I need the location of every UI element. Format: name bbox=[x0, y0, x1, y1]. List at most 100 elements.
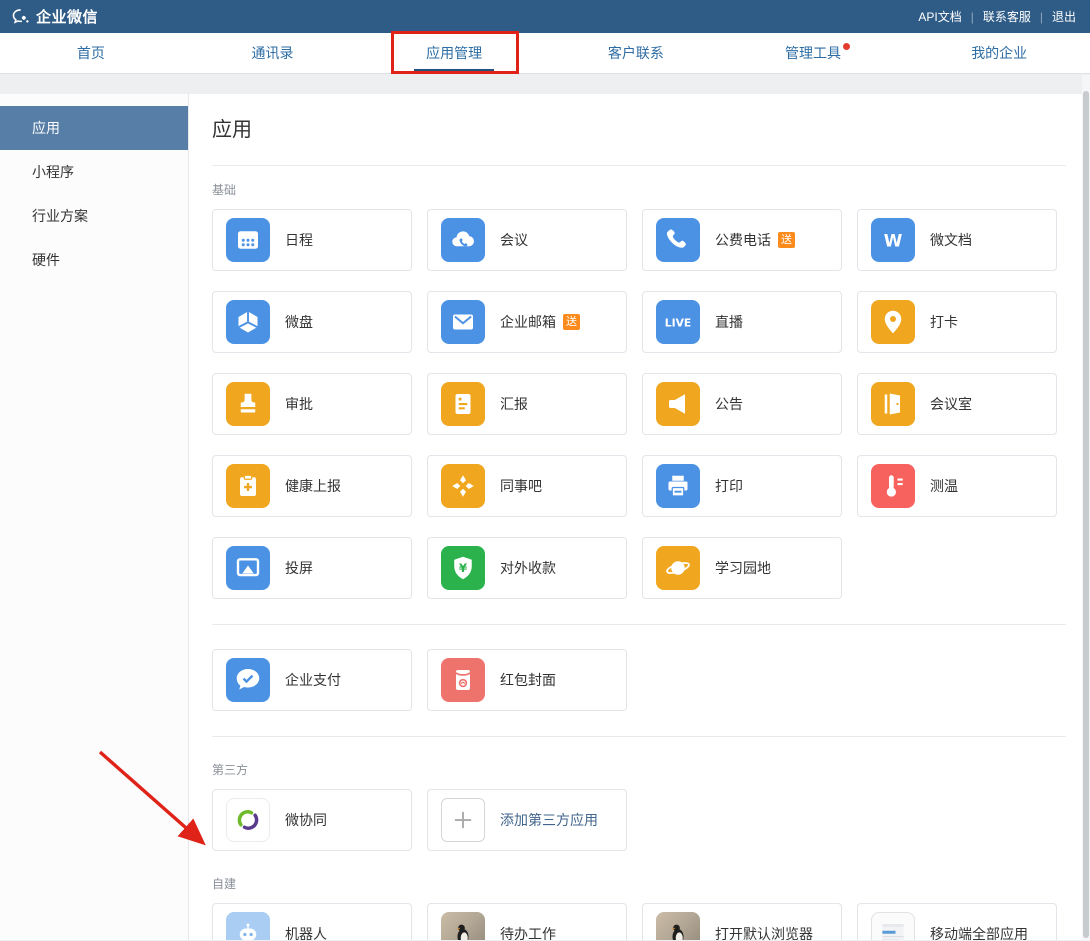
tab-customer-contact[interactable]: 客户联系 bbox=[545, 33, 727, 73]
section-label: 基础 bbox=[212, 181, 1066, 198]
sidebar-item-hardware[interactable]: 硬件 bbox=[0, 238, 188, 282]
app-label: 直播 bbox=[715, 312, 743, 332]
app-grid: 日程 会议公费电话送W微文档微盘 企业邮箱送 LIVE 直播 打卡审批 汇报 公告 会议室健康上… bbox=[212, 209, 1066, 599]
app-label: 移动端全部应用 bbox=[930, 924, 1028, 940]
sidebar-item-industry-solutions[interactable]: 行业方案 bbox=[0, 194, 188, 238]
gift-badge: 送 bbox=[563, 314, 580, 330]
colleagues-icon bbox=[441, 464, 485, 508]
app-label: 打印 bbox=[715, 476, 743, 496]
app-card[interactable]: 会议室 bbox=[857, 373, 1057, 435]
app-label: 日程 bbox=[285, 230, 313, 250]
drive-icon bbox=[226, 300, 270, 344]
report-icon bbox=[441, 382, 485, 426]
door-icon bbox=[871, 382, 915, 426]
app-card[interactable]: LIVE 直播 bbox=[642, 291, 842, 353]
app-label: 会议室 bbox=[930, 394, 972, 414]
app-label: 对外收款 bbox=[500, 558, 556, 578]
tab-label: 管理工具 bbox=[785, 43, 841, 63]
sidebar-item-apps[interactable]: 应用 bbox=[0, 106, 188, 150]
sidebar: 应用小程序行业方案硬件 bbox=[0, 94, 189, 940]
tab-contacts[interactable]: 通讯录 bbox=[182, 33, 364, 73]
app-card[interactable]: 投屏 bbox=[212, 537, 412, 599]
app-card[interactable]: 审批 bbox=[212, 373, 412, 435]
app-grid: 微协同 添加第三方应用 bbox=[212, 789, 1066, 851]
app-card[interactable]: 同事吧 bbox=[427, 455, 627, 517]
app-card[interactable]: 打卡 bbox=[857, 291, 1057, 353]
app-card[interactable]: 汇报 bbox=[427, 373, 627, 435]
app-card[interactable]: 会议 bbox=[427, 209, 627, 271]
app-label: 审批 bbox=[285, 394, 313, 414]
app-card[interactable]: 微协同 bbox=[212, 789, 412, 851]
svg-text:LIVE: LIVE bbox=[665, 316, 692, 329]
scrollbar-thumb[interactable] bbox=[1083, 91, 1089, 938]
group-divider bbox=[212, 624, 1066, 625]
app-card[interactable]: ¥对外收款 bbox=[427, 537, 627, 599]
app-card[interactable]: 公告 bbox=[642, 373, 842, 435]
app-card[interactable]: 待办工作 bbox=[427, 903, 627, 940]
app-label: 企业支付 bbox=[285, 670, 341, 690]
printer-icon bbox=[656, 464, 700, 508]
topbar-links: API文档|联系客服|退出 bbox=[916, 8, 1078, 25]
app-card[interactable]: 红包封面 bbox=[427, 649, 627, 711]
app-card[interactable]: 打印 bbox=[642, 455, 842, 517]
megaphone-icon bbox=[656, 382, 700, 426]
app-grid: 机器人待办工作 打开默认浏览器移动端全部应用 bbox=[212, 903, 1066, 940]
api-docs-link[interactable]: API文档 bbox=[916, 8, 963, 25]
app-label: 微盘 bbox=[285, 312, 313, 332]
live-icon: LIVE bbox=[656, 300, 700, 344]
section-divider bbox=[212, 736, 1066, 737]
app-card[interactable]: 公费电话送 bbox=[642, 209, 842, 271]
app-label: 企业邮箱 bbox=[500, 312, 556, 332]
app-label: 投屏 bbox=[285, 558, 313, 578]
app-label: 红包封面 bbox=[500, 670, 556, 690]
app-card[interactable]: 企业支付 bbox=[212, 649, 412, 711]
app-label: 健康上报 bbox=[285, 476, 341, 496]
planet-icon bbox=[656, 546, 700, 590]
app-card[interactable]: 日程 bbox=[212, 209, 412, 271]
sidebar-item-mini-programs[interactable]: 小程序 bbox=[0, 150, 188, 194]
app-card[interactable]: 学习园地 bbox=[642, 537, 842, 599]
tab-admin-tools[interactable]: 管理工具 bbox=[727, 33, 909, 73]
tab-app-management[interactable]: 应用管理 bbox=[363, 33, 545, 73]
robot-icon bbox=[226, 912, 270, 940]
section-label: 第三方 bbox=[212, 761, 1066, 778]
thermometer-icon bbox=[871, 464, 915, 508]
mobile-apps-screenshot-icon bbox=[871, 912, 915, 940]
app-card[interactable]: 机器人 bbox=[212, 903, 412, 940]
tab-label: 首页 bbox=[77, 43, 105, 63]
logout-link[interactable]: 退出 bbox=[1050, 8, 1078, 25]
app-label: 待办工作 bbox=[500, 924, 556, 940]
app-card[interactable]: 打开默认浏览器 bbox=[642, 903, 842, 940]
wechat-work-logo-icon bbox=[10, 6, 32, 28]
app-card[interactable]: 企业邮箱送 bbox=[427, 291, 627, 353]
brand-name: 企业微信 bbox=[36, 6, 98, 27]
vertical-scrollbar[interactable] bbox=[1082, 75, 1090, 941]
app-label: 微文档 bbox=[930, 230, 972, 250]
app-label: 汇报 bbox=[500, 394, 528, 414]
separator: | bbox=[1040, 10, 1043, 24]
tab-my-company[interactable]: 我的企业 bbox=[908, 33, 1090, 73]
meeting-cloud-icon bbox=[441, 218, 485, 262]
weixietong-swirl-icon bbox=[226, 798, 270, 842]
app-card[interactable]: 移动端全部应用 bbox=[857, 903, 1057, 940]
contact-support-link[interactable]: 联系客服 bbox=[981, 8, 1033, 25]
app-label: 公告 bbox=[715, 394, 743, 414]
red-dot-badge bbox=[843, 43, 850, 50]
section-label: 自建 bbox=[212, 875, 1066, 892]
penguin-photo-icon bbox=[656, 912, 700, 940]
app-card[interactable]: 测温 bbox=[857, 455, 1057, 517]
screen-cast-icon bbox=[226, 546, 270, 590]
tab-home[interactable]: 首页 bbox=[0, 33, 182, 73]
pay-bubble-icon bbox=[226, 658, 270, 702]
brand: 企业微信 bbox=[10, 6, 98, 28]
enterprise-wechat-admin-window: 企业微信 API文档|联系客服|退出 首页通讯录应用管理客户联系管理工具我的企业… bbox=[0, 0, 1090, 941]
app-card[interactable]: 微盘 bbox=[212, 291, 412, 353]
mail-icon bbox=[441, 300, 485, 344]
app-label: 学习园地 bbox=[715, 558, 771, 578]
app-card[interactable]: W微文档 bbox=[857, 209, 1057, 271]
plus-icon bbox=[441, 798, 485, 842]
app-card[interactable]: 健康上报 bbox=[212, 455, 412, 517]
app-label: 添加第三方应用 bbox=[500, 810, 598, 830]
app-card[interactable]: 添加第三方应用 bbox=[427, 789, 627, 851]
nav-tabs: 首页 通讯录应用管理客户联系 管理工具 我的企业 bbox=[0, 33, 1090, 74]
